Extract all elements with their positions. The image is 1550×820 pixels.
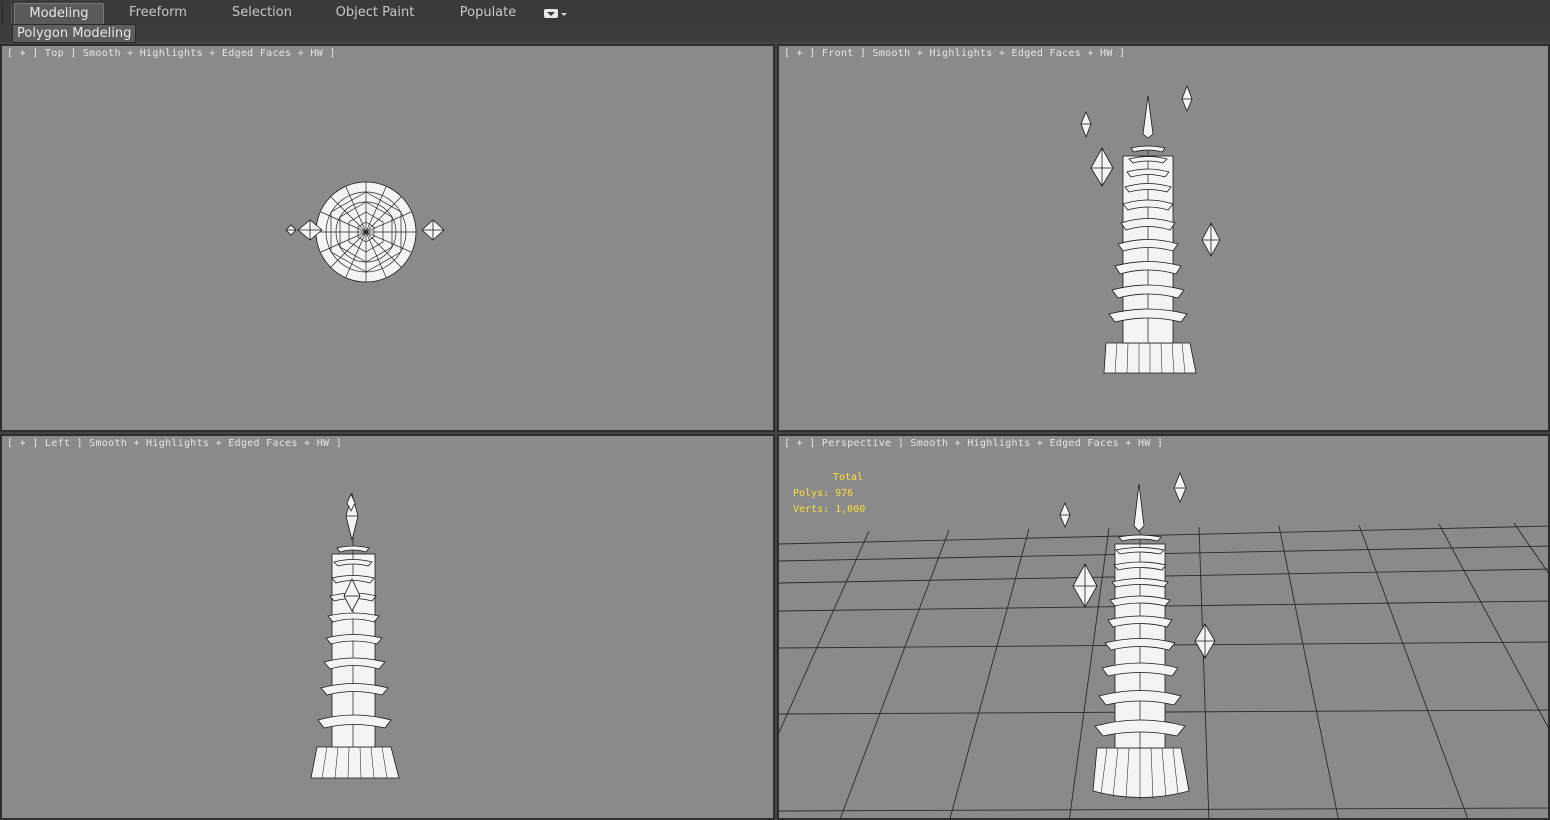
viewport-front[interactable]: [ + ] Front ] Smooth + Highlights + Edge… [777,44,1550,432]
perspective-scene [779,471,1548,818]
viewport-top[interactable]: [ + ] Top ] Smooth + Highlights + Edged … [0,44,775,432]
crystal-persp-c [1173,471,1187,504]
polygon-modeling-button[interactable]: Polygon Modeling [12,24,137,43]
viewport-left[interactable]: [ + ] Left ] Smooth + Highlights + Edged… [0,434,775,820]
crystal-front-b [1080,110,1092,139]
tab-selection[interactable]: Selection [218,3,306,23]
tab-object-paint[interactable]: Object Paint [330,3,420,23]
pagoda-base-persp [1092,747,1190,798]
ribbon-tab-bar: Modeling Freeform Selection Object Paint… [0,0,1550,41]
pagoda-spire-persp [1133,483,1145,532]
tab-freeform[interactable]: Freeform [114,3,202,23]
tab-modeling[interactable]: Modeling [14,3,104,25]
pagoda-spire [1142,95,1154,139]
top-view-scene [285,181,445,283]
left-view-scene [310,492,400,779]
ribbon-panel-strip [0,24,1550,42]
crystal-front-c [1181,84,1193,113]
dropdown-arrow-icon[interactable] [542,8,570,20]
tab-populate[interactable]: Populate [444,3,532,23]
viewport-perspective[interactable]: [ + ] Perspective ] Smooth + Highlights … [777,434,1550,820]
front-view-scene [1080,84,1221,374]
